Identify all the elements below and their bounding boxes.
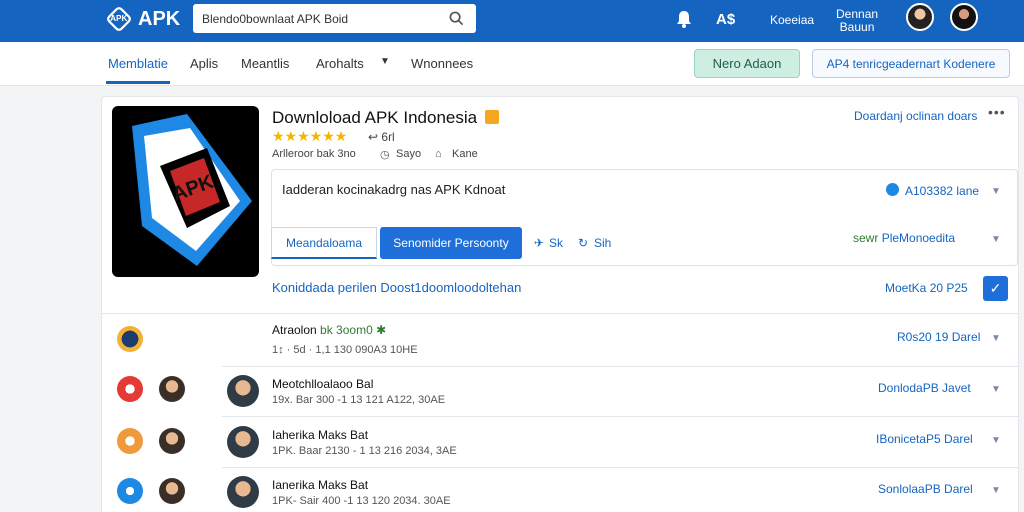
top-label-currency[interactable]: A$ (716, 11, 735, 28)
logo-mark-icon: APK (105, 5, 133, 33)
row-meta: 1PK. Baar 2130 - 1 13 216 2034, 3AE (272, 445, 457, 457)
search-bar (193, 4, 476, 33)
top-label-user[interactable]: Dennan Bauun (836, 8, 878, 34)
refresh-icon[interactable]: ↻ (578, 236, 588, 250)
rating-stars: ★★★★★★ (272, 128, 348, 144)
rating-count: ↩ 6rl (368, 130, 395, 144)
chevron-down-icon[interactable]: ▼ (991, 435, 1001, 446)
app-icon-red (117, 376, 143, 402)
divider (102, 313, 1018, 314)
apk-kodenere-button[interactable]: AP4 tenricgeadernart Kodenere (812, 49, 1010, 78)
tab-memblatie[interactable]: Memblatie (106, 56, 170, 84)
divider (222, 366, 1018, 367)
tag-icon: ⌂ (435, 148, 442, 160)
row-title-name: Atraolon (272, 323, 317, 337)
row-link[interactable]: DonlodaPB Javet (878, 381, 971, 395)
avatar (227, 426, 259, 458)
chevron-down-icon[interactable]: ▼ (991, 485, 1001, 496)
top-label-account[interactable]: Koeeiaa (770, 14, 814, 27)
checkbox[interactable]: ✓ (983, 276, 1008, 301)
row-meta: 1↕ · 5d · 1,1 130 090A3 10HE (272, 344, 418, 356)
nero-adaon-button[interactable]: Nero Adaon (694, 49, 800, 78)
tab-meantlis[interactable]: Meantlis (241, 56, 289, 71)
bell-icon[interactable] (676, 10, 692, 28)
app-icon[interactable]: APK (112, 106, 259, 277)
top-bar: APK APK A$ Koeeiaa Dennan Bauun (0, 0, 1024, 42)
avatar (227, 476, 259, 508)
mirror-link-name: PleMonoedita (881, 231, 956, 245)
avatar-secondary[interactable] (950, 3, 978, 31)
more-options-icon[interactable]: ••• (988, 104, 1006, 120)
row-meta: 1PK- Sair 400 -1 13 120 2034. 30AE (272, 495, 451, 507)
top-label-user-line2: Bauun (839, 20, 875, 34)
avatar (227, 375, 259, 407)
download-link[interactable]: Doardanj oclinan doars (854, 109, 977, 123)
refresh-link[interactable]: Sih (594, 236, 611, 250)
mirror-link[interactable]: sewr PleMonoedita (853, 231, 955, 245)
apk-logo[interactable]: APK APK (105, 5, 181, 33)
tab-arohalts[interactable]: Arohalts (316, 56, 364, 71)
tab-wnonnees[interactable]: Wnonnees (411, 56, 473, 71)
twitter-icon (117, 478, 143, 504)
app-meta-date: Sayo (396, 148, 422, 160)
chevron-down-icon[interactable]: ▼ (380, 56, 390, 67)
divider (222, 416, 1018, 417)
app-title: Downloload APK Indonesia (272, 108, 478, 127)
meandaloama-tab[interactable]: Meandaloama (271, 227, 377, 259)
info-text: Koniddada perilen Doost1doomloodoltehan (272, 280, 522, 295)
user-icon (117, 326, 143, 352)
chevron-down-icon[interactable]: ▼ (991, 333, 1001, 344)
avatar (159, 376, 185, 402)
mirror-link-prefix: sewr (853, 231, 879, 245)
row-link[interactable]: R0s20 19 Darel (897, 330, 980, 344)
primary-download-button[interactable]: Senomider Persoonty (380, 227, 522, 259)
app-meta-category: Kane (452, 148, 478, 160)
row-link[interactable]: IBonicetaP5 Darel (876, 432, 973, 446)
row-title: Atraolon bk 3oom0 ✱ (272, 323, 386, 337)
app-description: Iadderan kocinakadrg nas APK Kdnoat (282, 182, 506, 197)
row-title-tag: bk 3oom0 ✱ (320, 323, 387, 337)
search-input[interactable] (202, 11, 442, 26)
tab-aplis[interactable]: Aplis (190, 56, 218, 71)
row-link[interactable]: SonlolaaPB Darel (878, 482, 973, 496)
clock-icon: ◷ (380, 149, 390, 161)
row-title: Iaherika Maks Bat (272, 428, 369, 442)
info-version: MoetKa 20 P25 (885, 281, 968, 295)
verified-badge-icon (485, 110, 499, 124)
chevron-down-icon[interactable]: ▼ (991, 384, 1001, 395)
search-icon[interactable] (449, 11, 464, 26)
row-title: Ianerika Maks Bat (272, 478, 369, 492)
chevron-down-icon[interactable]: ▼ (991, 186, 1001, 197)
row-meta: 19x. Bar 300 -1 13 121 A122, 30AE (272, 394, 446, 406)
app-meta-size: Arlleroor bak 3no (272, 148, 356, 160)
avatar[interactable] (906, 3, 934, 31)
row-title: Meotchlloalaoo Bal (272, 377, 374, 391)
divider (222, 467, 1018, 468)
version-select[interactable]: A103382 lane (905, 184, 979, 198)
avatar (159, 428, 185, 454)
app-icon-orange (117, 428, 143, 454)
logo-text: APK (138, 7, 181, 30)
avatar (159, 478, 185, 504)
chevron-down-icon[interactable]: ▼ (991, 234, 1001, 245)
share-icon[interactable]: ✈ (534, 236, 544, 250)
share-link[interactable]: Sk (549, 236, 563, 250)
version-icon (886, 183, 899, 196)
